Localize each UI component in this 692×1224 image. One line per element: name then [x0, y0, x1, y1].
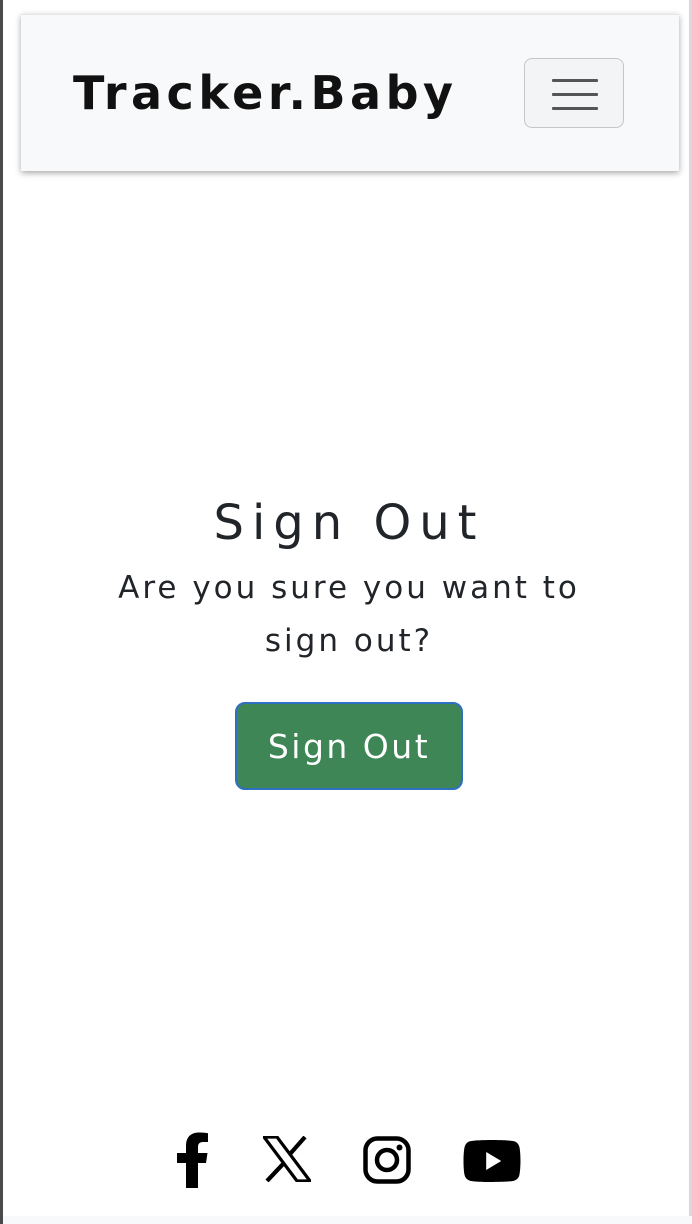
page-title: Sign Out	[213, 495, 485, 551]
navbar-toggle-button[interactable]	[524, 58, 624, 128]
instagram-icon	[363, 1136, 411, 1184]
page-frame: Tracker.Baby Sign Out Are you sure you w…	[0, 0, 692, 1224]
signout-panel: Sign Out Are you sure you want to sign o…	[3, 492, 692, 790]
youtube-link[interactable]	[463, 1140, 521, 1200]
x-link[interactable]	[263, 1136, 311, 1196]
navbar: Tracker.Baby	[21, 14, 679, 171]
x-icon	[263, 1136, 311, 1182]
footer-strip	[3, 1216, 692, 1224]
youtube-icon	[463, 1140, 521, 1182]
signout-confirm-message: Are you sure you want to sign out?	[118, 570, 580, 659]
sign-out-button[interactable]: Sign Out	[235, 702, 463, 790]
brand-logo-link[interactable]: Tracker.Baby	[73, 63, 458, 123]
instagram-link[interactable]	[363, 1136, 411, 1196]
facebook-icon	[177, 1132, 208, 1188]
facebook-link[interactable]	[173, 1132, 211, 1192]
